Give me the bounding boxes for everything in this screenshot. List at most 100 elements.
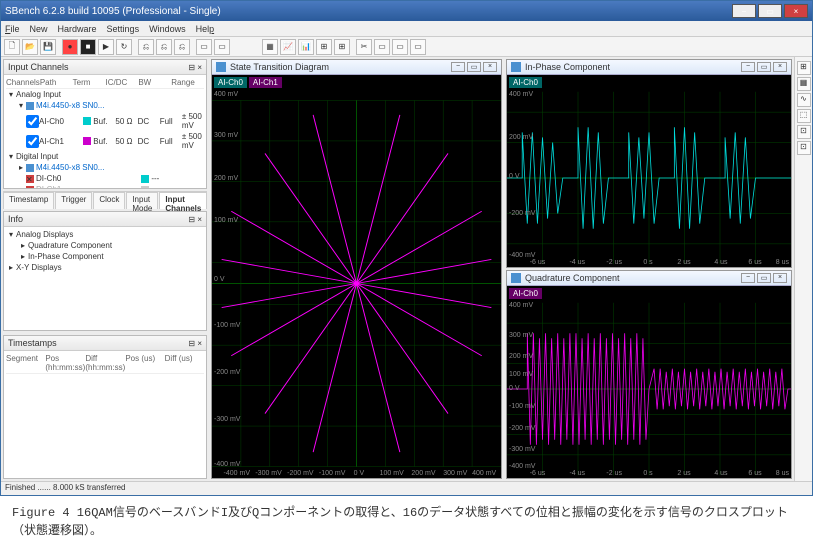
- subwin-close-icon[interactable]: ×: [483, 62, 497, 72]
- subwin-min-icon[interactable]: −: [451, 62, 465, 72]
- side-tool-3-icon[interactable]: ∿: [797, 93, 811, 107]
- app-window: SBench 6.2.8 build 10095 (Professional -…: [0, 0, 813, 496]
- right-toolbar: ⊞ ▦ ∿ ⬚ ⊡ ⊡: [794, 57, 812, 481]
- subwin-max-icon[interactable]: ▭: [467, 62, 481, 72]
- analog-input-group[interactable]: ▾Analog Input: [6, 89, 204, 100]
- subwin-close-icon[interactable]: ×: [773, 62, 787, 72]
- channels-header: ChannelsPathTermIC/DCBWRange: [6, 77, 204, 89]
- tool-chart-icon[interactable]: 📈: [280, 39, 296, 55]
- tool-scope-icon[interactable]: 📊: [298, 39, 314, 55]
- ch0-checkbox[interactable]: [26, 115, 39, 128]
- channel-row-ai0[interactable]: AI-Ch0Buf.50 ΩDCFull± 500 mV: [6, 111, 204, 131]
- tool-j-icon[interactable]: ▭: [410, 39, 426, 55]
- subwin-max-icon[interactable]: ▭: [757, 62, 771, 72]
- ch1-tag[interactable]: AI-Ch1: [249, 77, 282, 88]
- tab-timestamp[interactable]: Timestamp: [3, 192, 54, 209]
- ch0-tag[interactable]: AI-Ch0: [214, 77, 247, 88]
- tool-c-icon[interactable]: ⎌: [174, 39, 190, 55]
- menu-settings[interactable]: Settings: [107, 24, 140, 34]
- menu-hardware[interactable]: Hardware: [58, 24, 97, 34]
- tool-g-icon[interactable]: ⊞: [334, 39, 350, 55]
- tool-b-icon[interactable]: ⎌: [156, 39, 172, 55]
- info-item-quad[interactable]: ▸Quadrature Component: [6, 240, 204, 251]
- digital-input-group[interactable]: ▾Digital Input: [6, 151, 204, 162]
- minimize-button[interactable]: −: [732, 4, 756, 18]
- panel-pin-icon[interactable]: ⊟ ×: [188, 215, 202, 224]
- x-icon: ✕: [26, 186, 34, 189]
- side-tool-2-icon[interactable]: ▦: [797, 77, 811, 91]
- analog-displays-node[interactable]: ▾Analog Displays: [6, 229, 204, 240]
- ch-tag[interactable]: AI-Ch0: [509, 288, 542, 299]
- timestamps-header: SegmentPos (hh:mm:ss)Diff (hh:mm:ss)Pos …: [6, 353, 204, 374]
- tool-loop-icon[interactable]: ↻: [116, 39, 132, 55]
- tool-new-icon[interactable]: 🗋: [4, 39, 20, 55]
- side-tool-1-icon[interactable]: ⊞: [797, 61, 811, 75]
- channel-row-di1[interactable]: ✕DI-Ch1---: [6, 184, 204, 188]
- xy-displays-node[interactable]: ▸X-Y Displays: [6, 262, 204, 273]
- tool-stop-icon[interactable]: ■: [80, 39, 96, 55]
- tool-open-icon[interactable]: 📂: [22, 39, 38, 55]
- state-transition-window: State Transition Diagram −▭× AI-Ch0AI-Ch1: [211, 59, 502, 479]
- tool-d-icon[interactable]: ▭: [196, 39, 212, 55]
- right-area: In-Phase Component−▭× AI-Ch0 400 mV 200 …: [504, 57, 794, 481]
- menu-bar: FFileile New Hardware Settings Windows H…: [1, 21, 812, 37]
- inphase-window: In-Phase Component −▭× AI-Ch0 400 mV 200 …: [506, 59, 792, 268]
- subwin-min-icon[interactable]: −: [741, 273, 755, 283]
- tool-save-icon[interactable]: 💾: [40, 39, 56, 55]
- info-title: Info: [8, 214, 23, 224]
- tab-clock[interactable]: Clock: [93, 192, 125, 209]
- tab-trigger[interactable]: Trigger: [55, 192, 92, 209]
- digital-device[interactable]: ▸M4i.4450-x8 SN0...: [6, 162, 204, 173]
- timestamps-title: Timestamps: [8, 338, 57, 348]
- info-item-inphase[interactable]: ▸In-Phase Component: [6, 251, 204, 262]
- quad-title: Quadrature Component: [525, 273, 620, 283]
- ch1-checkbox[interactable]: [26, 135, 39, 148]
- panel-pin-icon[interactable]: ⊟ ×: [188, 63, 202, 72]
- inphase-title: In-Phase Component: [525, 62, 610, 72]
- menu-new[interactable]: New: [30, 24, 48, 34]
- channel-row-di0[interactable]: ✕DI-Ch0---: [6, 173, 204, 184]
- close-button[interactable]: ×: [784, 4, 808, 18]
- subwin-close-icon[interactable]: ×: [773, 273, 787, 283]
- toolbar: 🗋 📂 💾 ● ■ ▶ ↻ ⎌ ⎌ ⎌ ▭ ▭ ▦ 📈 📊 ⊞ ⊞ ✂ ▭ ▭ …: [1, 37, 812, 57]
- tool-h-icon[interactable]: ▭: [374, 39, 390, 55]
- analog-device[interactable]: ▾M4i.4450-x8 SN0...: [6, 100, 204, 111]
- subwin-min-icon[interactable]: −: [741, 62, 755, 72]
- info-panel: Info ⊟ × ▾Analog Displays ▸Quadrature Com…: [3, 211, 207, 331]
- channel-row-ai1[interactable]: AI-Ch1Buf.50 ΩDCFull± 500 mV: [6, 131, 204, 151]
- left-dock: Input Channels ⊟ × ChannelsPathTermIC/DCB…: [1, 57, 209, 481]
- tool-grid-icon[interactable]: ▦: [262, 39, 278, 55]
- tool-a-icon[interactable]: ⎌: [138, 39, 154, 55]
- figure-caption: Figure 4 16QAM信号のベースバンドI及びQコンポーネントの取得と、1…: [0, 496, 813, 548]
- side-tool-5-icon[interactable]: ⊡: [797, 125, 811, 139]
- menu-file[interactable]: FFileile: [5, 24, 20, 34]
- plot-icon: [511, 273, 521, 283]
- input-channels-panel: Input Channels⊟ × ChannelsPathTermIC/DCB…: [3, 59, 207, 189]
- subwin-max-icon[interactable]: ▭: [757, 273, 771, 283]
- state-title: State Transition Diagram: [230, 62, 329, 72]
- ch-tag[interactable]: AI-Ch0: [509, 77, 542, 88]
- tab-input-mode[interactable]: Input Mode: [126, 192, 158, 209]
- side-tool-4-icon[interactable]: ⬚: [797, 109, 811, 123]
- tool-record-icon[interactable]: ●: [62, 39, 78, 55]
- tool-cut-icon[interactable]: ✂: [356, 39, 372, 55]
- tool-i-icon[interactable]: ▭: [392, 39, 408, 55]
- inphase-plot[interactable]: 400 mV 200 mV 0 V -200 mV -400 mV -6 us …: [507, 89, 791, 267]
- plot-icon: [511, 62, 521, 72]
- tool-e-icon[interactable]: ▭: [214, 39, 230, 55]
- state-plot[interactable]: 400 mV 300 mV 200 mV 100 mV 0 V -100 mV …: [212, 89, 501, 478]
- tool-play-icon[interactable]: ▶: [98, 39, 114, 55]
- menu-help[interactable]: Help: [196, 24, 215, 34]
- panel-pin-icon[interactable]: ⊟ ×: [188, 339, 202, 348]
- status-text: Finished ...... 8.000 kS transferred: [5, 483, 126, 492]
- left-tabs: Timestamp Trigger Clock Input Mode Input…: [3, 191, 207, 209]
- maximize-button[interactable]: ▭: [758, 4, 782, 18]
- x-icon: ✕: [26, 175, 34, 183]
- tool-f-icon[interactable]: ⊞: [316, 39, 332, 55]
- quad-plot[interactable]: 400 mV 300 mV 200 mV 100 mV 0 V -100 mV …: [507, 300, 791, 478]
- status-bar: Finished ...... 8.000 kS transferred: [1, 481, 812, 495]
- plot-icon: [216, 62, 226, 72]
- menu-windows[interactable]: Windows: [149, 24, 186, 34]
- tab-input-channels[interactable]: Input Channels: [159, 192, 207, 209]
- side-tool-6-icon[interactable]: ⊡: [797, 141, 811, 155]
